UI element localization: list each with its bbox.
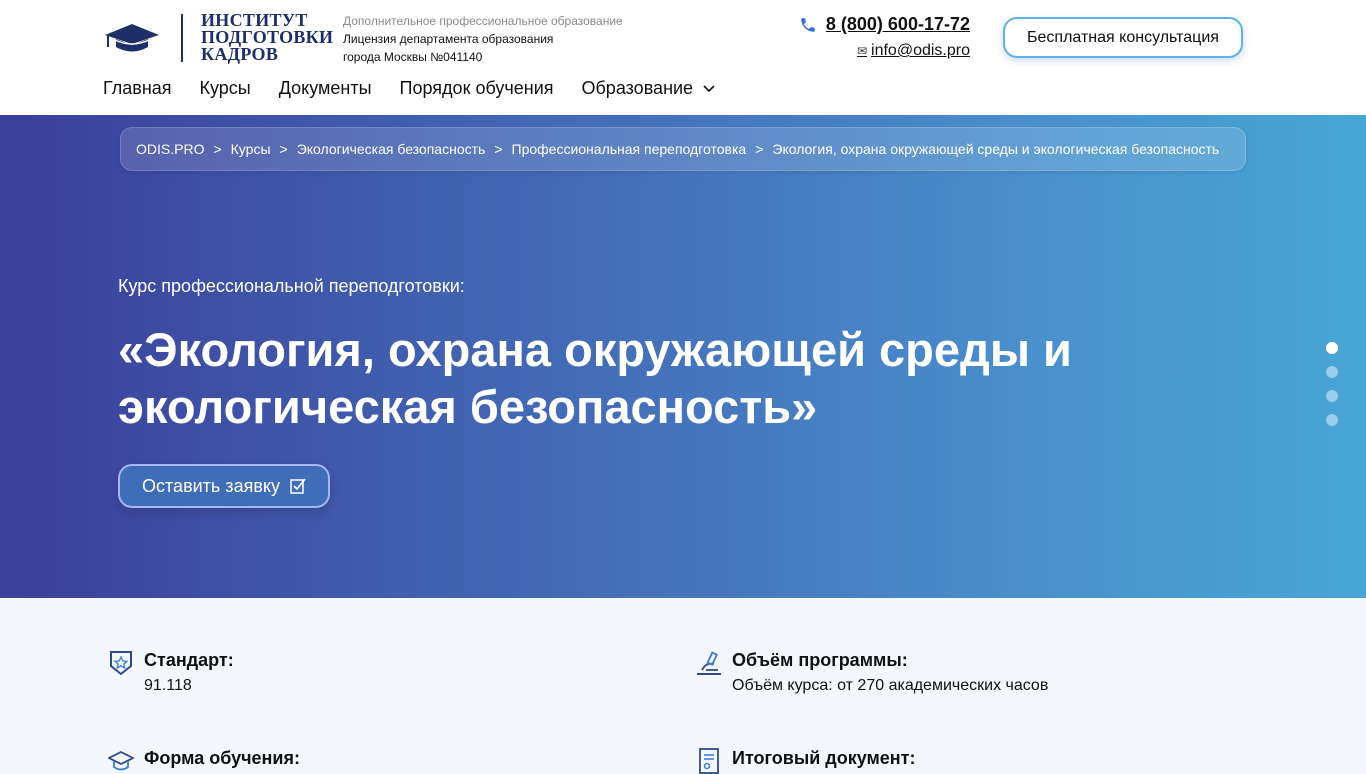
nav-label: Документы: [278, 78, 372, 98]
site-header: ИНСТИТУТ ПОДГОТОВКИ КАДРОВ Дополнительно…: [0, 0, 1366, 115]
nav-label: Главная: [103, 78, 172, 98]
hero-title: «Экология, охрана окружающей среды и эко…: [118, 323, 1072, 433]
nav-item-courses[interactable]: Курсы: [200, 78, 251, 99]
chevron-down-icon: [703, 84, 715, 92]
nav-label: Порядок обучения: [399, 78, 554, 98]
hero-subtitle: Курс профессиональной переподготовки:: [118, 276, 465, 296]
feature-form: Форма обучения:: [108, 746, 300, 774]
slider-dot[interactable]: [1326, 414, 1338, 426]
microscope-icon: [697, 651, 721, 675]
feature-document: Итоговый документ:: [696, 746, 915, 774]
logo-text: ИНСТИТУТ ПОДГОТОВКИ КАДРОВ: [201, 11, 333, 64]
feature-title: Форма обучения:: [144, 748, 300, 768]
apply-button-label: Оставить заявку: [142, 475, 280, 496]
email-address: info@odis.pro: [871, 42, 970, 59]
course-features: Стандарт: 91.118 Объём программы: Объём …: [0, 598, 1366, 774]
nav-label: Курсы: [199, 78, 251, 98]
breadcrumb-item[interactable]: ODIS.PRO: [136, 141, 204, 157]
slider-dot[interactable]: [1326, 366, 1338, 378]
feature-title: Объём программы:: [732, 650, 908, 670]
license-info: Дополнительное профессиональное образова…: [343, 12, 623, 66]
feature-title: Итоговый документ:: [732, 748, 916, 768]
main-nav: Главная Курсы Документы Порядок обучения…: [103, 78, 743, 99]
breadcrumb-separator: >: [755, 141, 764, 157]
apply-button[interactable]: Оставить заявку: [118, 464, 330, 508]
phone-link[interactable]: 8 (800) 600-17-72: [799, 14, 970, 35]
breadcrumb: ODIS.PRO > Курсы > Экологическая безопас…: [120, 127, 1246, 171]
breadcrumb-separator: >: [213, 141, 222, 157]
certificate-icon: [699, 748, 719, 774]
breadcrumb-separator: >: [494, 141, 503, 157]
phone-icon: [801, 17, 815, 32]
hero-section: ODIS.PRO > Курсы > Экологическая безопас…: [0, 115, 1366, 598]
license-line: города Москвы №041140: [343, 50, 483, 64]
breadcrumb-separator: >: [279, 141, 288, 157]
logo-divider: [181, 13, 183, 62]
free-consultation-button[interactable]: Бесплатная консультация: [1003, 17, 1243, 58]
contacts: 8 (800) 600-17-72 ✉ info@odis.pro: [799, 14, 970, 60]
feature-standard: Стандарт: 91.118: [108, 648, 234, 695]
feature-value: 91.118: [144, 677, 192, 694]
slider-dots: [1326, 342, 1338, 438]
site-logo[interactable]: ИНСТИТУТ ПОДГОТОВКИ КАДРОВ: [103, 11, 333, 64]
license-line: Дополнительное профессиональное образова…: [343, 14, 623, 28]
nav-label: Образование: [581, 78, 694, 98]
license-line: Лицензия департамента образования: [343, 32, 554, 46]
nav-item-home[interactable]: Главная: [103, 78, 172, 99]
nav-item-documents[interactable]: Документы: [279, 78, 372, 99]
slider-dot[interactable]: [1326, 342, 1338, 354]
feature-title: Стандарт:: [144, 650, 234, 670]
graduation-cap-icon: [105, 23, 159, 51]
slider-dot[interactable]: [1326, 390, 1338, 402]
envelope-icon: ✉: [856, 44, 868, 58]
email-link[interactable]: ✉ info@odis.pro: [799, 42, 970, 60]
nav-item-education[interactable]: Образование: [582, 78, 716, 99]
shield-star-icon: [110, 651, 132, 676]
breadcrumb-current: Экология, охрана окружающей среды и экол…: [772, 141, 1220, 157]
feature-volume: Объём программы: Объём курса: от 270 ака…: [696, 648, 1048, 695]
logo-line: КАДРОВ: [201, 44, 279, 64]
breadcrumb-item[interactable]: Курсы: [231, 141, 271, 157]
checkbox-check-icon: [290, 478, 306, 494]
graduation-cap-small-icon: [108, 750, 134, 771]
breadcrumb-item[interactable]: Экологическая безопасность: [297, 141, 486, 157]
breadcrumb-item[interactable]: Профессиональная переподготовка: [512, 141, 747, 157]
feature-value: Объём курса: от 270 академических часов: [732, 677, 1049, 694]
phone-number: 8 (800) 600-17-72: [825, 14, 970, 34]
nav-item-study-order[interactable]: Порядок обучения: [400, 78, 554, 99]
